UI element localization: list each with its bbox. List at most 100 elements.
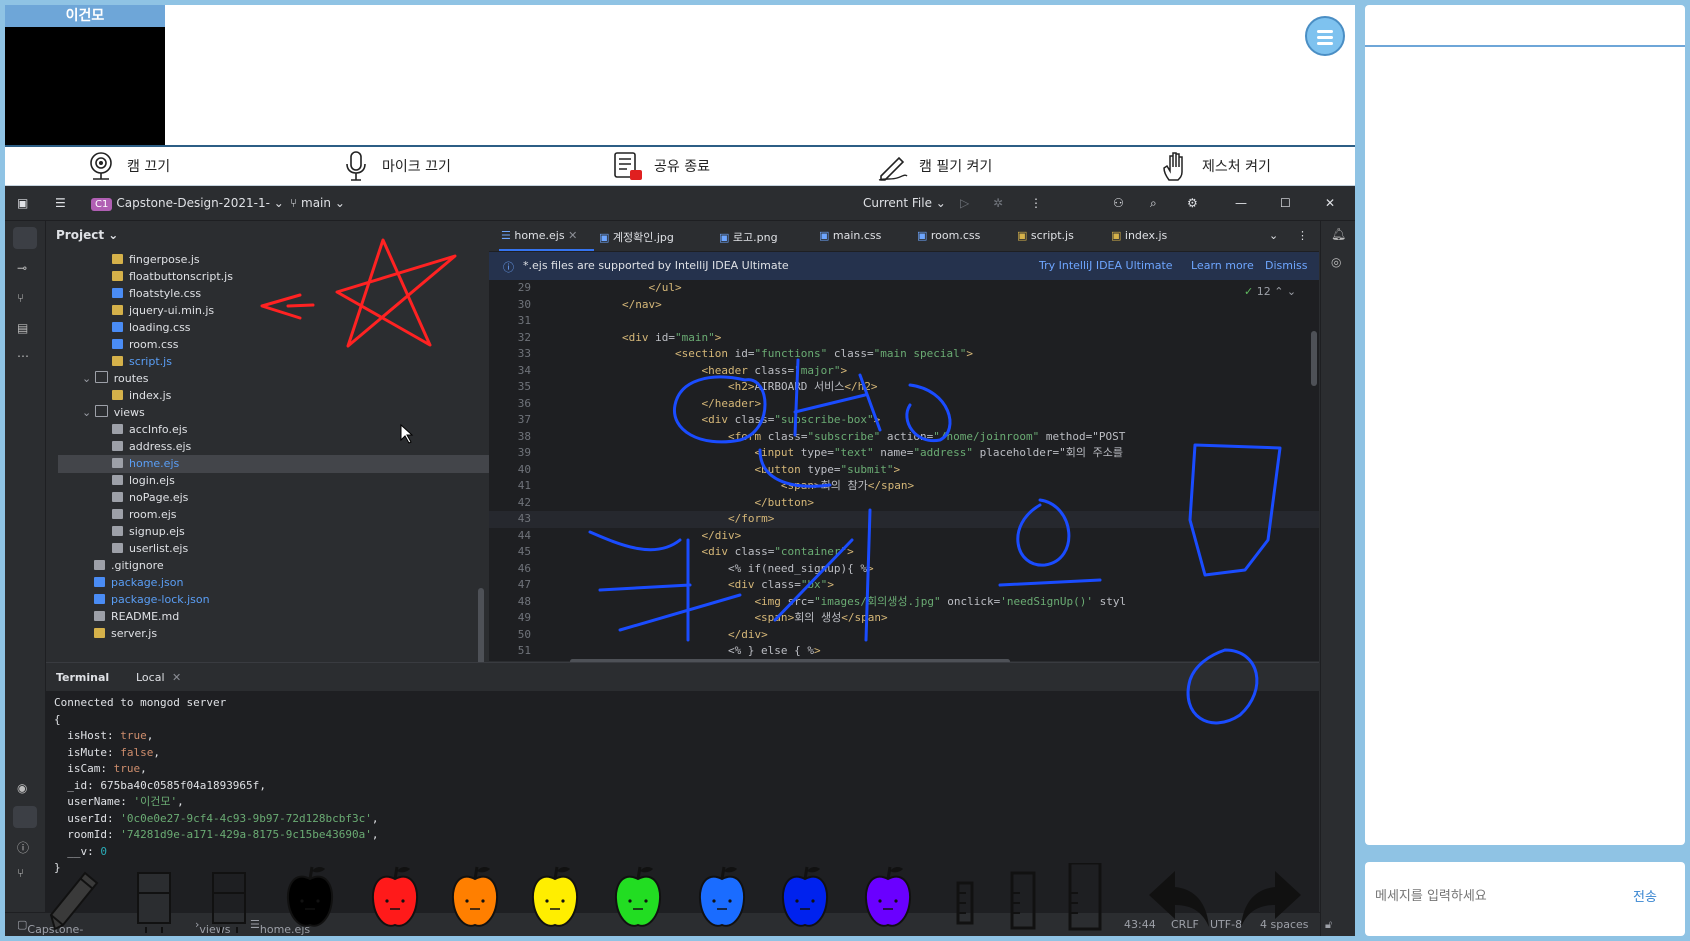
cam-off-button[interactable]: 캠 끄기 <box>85 150 170 182</box>
search-icon[interactable]: ⌕ <box>1150 196 1157 211</box>
close-icon[interactable]: ✕ <box>1325 196 1335 210</box>
code-line[interactable]: 45 <div class="container"> <box>489 544 1319 561</box>
code-line[interactable]: 33 <section id="functions" class="main s… <box>489 346 1319 363</box>
more-actions-icon[interactable]: ⋮ <box>1030 196 1042 210</box>
ai-assistant-icon[interactable]: ◎ <box>1331 255 1341 269</box>
file-tree-item[interactable]: noPage.ejs <box>46 489 502 507</box>
file-tree-item[interactable]: package-lock.json <box>46 591 484 609</box>
file-tree-item[interactable]: fingerpose.js <box>46 251 502 269</box>
file-tree-item[interactable]: room.ejs <box>46 506 502 524</box>
file-tree-item[interactable]: floatbuttonscript.js <box>46 268 502 286</box>
expand-chevron-icon[interactable]: ⌄ <box>82 372 95 385</box>
tab-main-css[interactable]: ▣ main.css <box>819 229 881 242</box>
maximize-icon[interactable]: ☐ <box>1280 196 1291 210</box>
file-tree-item[interactable]: address.ejs <box>46 438 502 456</box>
file-tree-item[interactable]: script.js <box>46 353 502 371</box>
code-line[interactable]: 46 <% if(need_signup){ %> <box>489 561 1319 578</box>
code-line[interactable]: 41 <span>회의 참가</span> <box>489 478 1319 495</box>
cam-writing-button[interactable]: 캠 필기 켜기 <box>877 150 992 182</box>
share-stop-button[interactable]: 공유 종료 <box>612 150 710 182</box>
code-area[interactable]: 29 </ul> 30 </nav> 31 32 <div id="main"> 33 … <box>489 280 1319 661</box>
orange-color-apple-icon[interactable] <box>450 863 500 936</box>
terminal-tool-icon[interactable] <box>13 806 37 828</box>
file-tree-item[interactable]: userlist.ejs <box>46 540 502 558</box>
tab-room-css[interactable]: ▣ room.css <box>917 229 980 242</box>
local-tab[interactable]: Local <box>136 671 165 684</box>
git-icon[interactable]: ⑂ <box>17 866 24 880</box>
gesture-on-button[interactable]: 제스처 켜기 <box>1160 150 1271 182</box>
file-tree-item[interactable]: floatstyle.css <box>46 285 502 303</box>
notifications-icon[interactable]: 🔔︎ <box>1331 227 1346 241</box>
tab-index-js[interactable]: ▣ index.js <box>1111 229 1167 242</box>
code-line[interactable]: 36 </header> <box>489 396 1319 413</box>
code-line[interactable]: 35 <h2>AIRBOARD 서비스</h2> <box>489 379 1319 396</box>
main-menu-icon[interactable]: ☰ <box>55 196 66 210</box>
editor-vscrollbar[interactable] <box>1311 331 1317 386</box>
code-line[interactable]: 31 <box>489 313 1319 330</box>
code-line[interactable]: 38 <form class="subscribe" action="/home… <box>489 429 1319 446</box>
tab-more-icon[interactable]: ⋮ <box>1297 229 1308 242</box>
project-header[interactable]: Project ⌄ <box>56 228 118 242</box>
ruler-thin-icon[interactable] <box>945 863 985 936</box>
file-tree-item[interactable]: accInfo.ejs <box>46 421 502 439</box>
close-tab-icon[interactable]: ✕ <box>565 229 577 242</box>
yellow-color-apple-icon[interactable] <box>530 863 580 936</box>
pen-tool-icon[interactable] <box>45 863 105 936</box>
ruler-medium-icon[interactable] <box>1003 863 1043 936</box>
file-tree-item[interactable]: README.md <box>46 608 484 626</box>
file-tree-item[interactable]: home.ejs <box>58 455 502 473</box>
inspection-widget[interactable]: ✓ 12 ⌃ ⌄ <box>1244 285 1296 298</box>
send-button[interactable]: 전송 <box>1633 886 1657 905</box>
file-tree-item[interactable]: index.js <box>46 387 502 405</box>
more-tools-icon[interactable]: ⋯ <box>17 349 29 363</box>
eraser-outline-icon[interactable] <box>205 863 255 936</box>
commit-icon[interactable]: ⊸ <box>17 261 27 275</box>
code-line[interactable]: 29 </ul> <box>489 280 1319 297</box>
project-switcher[interactable]: C1 Capstone-Design-2021-1- ⌄ <box>91 196 284 211</box>
try-ultimate-link[interactable]: Try IntelliJ IDEA Ultimate <box>1039 259 1173 272</box>
redo-icon[interactable] <box>1235 863 1305 936</box>
file-tree-item[interactable]: room.css <box>46 336 502 354</box>
file-tree-item[interactable]: ⌄ views <box>46 404 472 422</box>
code-line[interactable]: 42 </button> <box>489 495 1319 512</box>
minimize-icon[interactable]: — <box>1235 196 1247 210</box>
run-config-select[interactable]: Current File ⌄ <box>863 196 946 210</box>
menu-button[interactable] <box>1305 16 1345 56</box>
black-color-apple-icon[interactable] <box>285 863 335 936</box>
file-tree-item[interactable]: package.json <box>46 574 484 592</box>
code-line[interactable]: 47 <div class="bx"> <box>489 577 1319 594</box>
branch-switcher[interactable]: ⑂ main ⌄ <box>290 196 345 210</box>
code-line[interactable]: 43 </form> <box>489 511 1319 528</box>
project-tool-icon[interactable] <box>13 227 37 249</box>
undo-icon[interactable] <box>1145 863 1215 936</box>
code-line[interactable]: 51 <% } else { %> <box>489 643 1319 660</box>
file-tree-item[interactable]: loading.css <box>46 319 502 337</box>
tab----png[interactable]: ▣ 로고.png <box>719 229 778 245</box>
blue-color-apple-icon[interactable] <box>697 863 747 936</box>
file-tree-item[interactable]: signup.ejs <box>46 523 502 541</box>
learn-more-link[interactable]: Learn more <box>1191 259 1254 272</box>
tab------jpg[interactable]: ▣ 계정확인.jpg <box>599 229 674 245</box>
code-line[interactable]: 37 <div class="subscribe-box"> <box>489 412 1319 429</box>
chat-message-input[interactable] <box>1373 880 1617 912</box>
close-tab-icon[interactable]: ✕ <box>172 671 181 684</box>
debug-icon[interactable]: ✲ <box>993 196 1003 210</box>
code-line[interactable]: 48 <img src="images/회의생성.jpg" onclick='n… <box>489 594 1319 611</box>
purple-color-apple-icon[interactable] <box>863 863 913 936</box>
green-color-apple-icon[interactable] <box>613 863 663 936</box>
file-tree-item[interactable]: login.ejs <box>46 472 502 490</box>
code-line[interactable]: 44 </div> <box>489 528 1319 545</box>
tab-list-chevron-icon[interactable]: ⌄ <box>1269 229 1278 242</box>
file-tree-item[interactable]: .gitignore <box>46 557 484 575</box>
red-color-apple-icon[interactable] <box>370 863 420 936</box>
code-line[interactable]: 30 </nav> <box>489 297 1319 314</box>
code-line[interactable]: 34 <header class="major"> <box>489 363 1319 380</box>
pull-requests-icon[interactable]: ⑂ <box>17 291 24 305</box>
settings-icon[interactable]: ⚙ <box>1187 196 1198 210</box>
services-icon[interactable]: ◉ <box>17 781 27 795</box>
terminal-tab[interactable]: Terminal <box>56 671 109 684</box>
ruler-thick-icon[interactable] <box>1065 861 1105 936</box>
eraser-tool-icon[interactable] <box>130 863 180 936</box>
tab-script-js[interactable]: ▣ script.js <box>1017 229 1074 242</box>
problems-icon[interactable]: ⓘ <box>17 839 29 856</box>
